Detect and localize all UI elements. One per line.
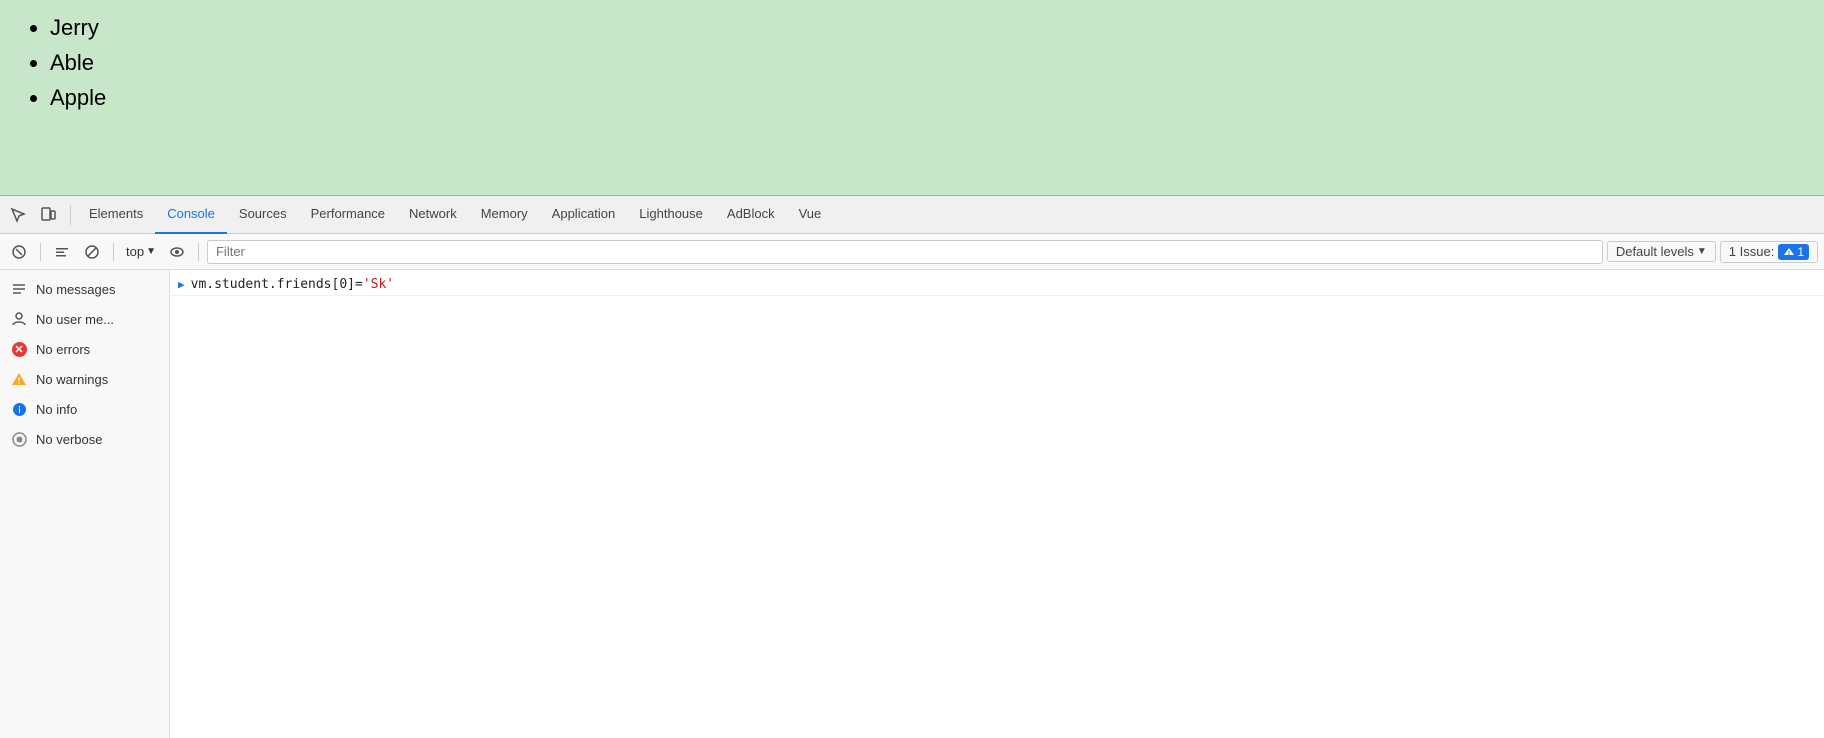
tab-lighthouse[interactable]: Lighthouse [627,196,715,234]
top-selector[interactable]: top ▼ [122,242,160,261]
filter-input[interactable] [207,240,1603,264]
tab-memory[interactable]: Memory [469,196,540,234]
user-icon [10,310,28,328]
console-code: vm.student.friends[0]='Sk' [191,277,395,292]
console-body: No messages No user me... ✕ No errors [0,270,1824,738]
chevron-down-icon: ▼ [1697,246,1707,257]
inspect-element-icon[interactable] [4,201,32,229]
devtools-panel: Elements Console Sources Performance Net… [0,195,1824,738]
info-icon [10,400,28,418]
console-sidebar: No messages No user me... ✕ No errors [0,270,170,738]
sidebar-item-info[interactable]: No info [0,394,169,424]
list: Jerry Able Apple [20,10,1804,116]
block-icon[interactable] [79,239,105,265]
device-toolbar-icon[interactable] [34,201,62,229]
page-content: Jerry Able Apple [0,0,1824,195]
sidebar-item-user[interactable]: No user me... [0,304,169,334]
sidebar-item-errors[interactable]: ✕ No errors [0,334,169,364]
console-entry: ▶ vm.student.friends[0]='Sk' [170,274,1824,296]
tab-sources[interactable]: Sources [227,196,299,234]
tab-elements[interactable]: Elements [77,196,155,234]
default-levels-button[interactable]: Default levels ▼ [1607,241,1716,262]
tab-network[interactable]: Network [397,196,469,234]
list-item: Able [50,45,1804,80]
list-item: Apple [50,80,1804,115]
list-item: Jerry [50,10,1804,45]
toolbar-divider-3 [198,243,199,261]
tab-performance[interactable]: Performance [299,196,397,234]
toolbar-divider [40,243,41,261]
collapse-icon[interactable] [49,239,75,265]
sidebar-item-warnings[interactable]: No warnings [0,364,169,394]
warning-icon [10,370,28,388]
expand-arrow[interactable]: ▶ [178,278,185,291]
console-toolbar: top ▼ Default levels ▼ 1 Issue: 1 [0,234,1824,270]
devtools-tab-bar: Elements Console Sources Performance Net… [0,196,1824,234]
sidebar-item-messages[interactable]: No messages [0,274,169,304]
tab-console[interactable]: Console [155,196,227,234]
tab-adblock[interactable]: AdBlock [715,196,787,234]
error-icon: ✕ [10,340,28,358]
messages-icon [10,280,28,298]
toolbar-divider-2 [113,243,114,261]
tab-vue[interactable]: Vue [787,196,834,234]
clear-console-icon[interactable] [6,239,32,265]
chevron-down-icon: ▼ [146,246,156,257]
eye-icon[interactable] [164,239,190,265]
sidebar-item-verbose[interactable]: No verbose [0,424,169,454]
issues-count: 1 [1778,244,1809,260]
verbose-icon [10,430,28,448]
console-main: ▶ vm.student.friends[0]='Sk' [170,270,1824,738]
issues-badge[interactable]: 1 Issue: 1 [1720,241,1818,263]
tab-application[interactable]: Application [540,196,628,234]
tab-divider [70,205,71,225]
